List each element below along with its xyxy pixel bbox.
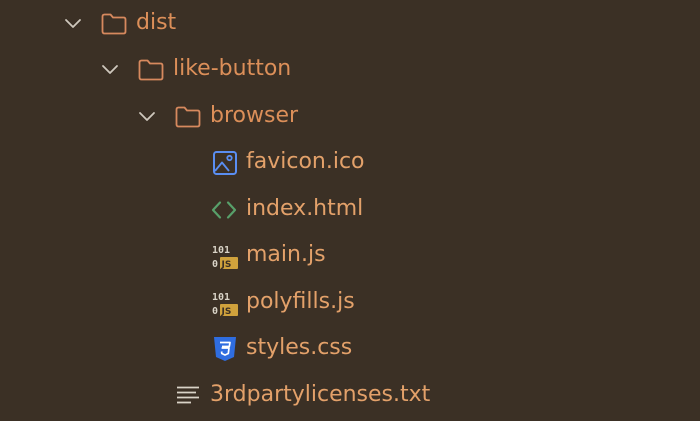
tree-row-file[interactable]: styles.css <box>0 325 700 371</box>
tree-row-like-button[interactable]: like-button <box>0 46 700 92</box>
chevron-down-icon[interactable] <box>64 15 82 33</box>
js-badge: JS <box>221 307 232 317</box>
tree-row-file[interactable]: 3rdpartylicenses.txt <box>0 372 700 418</box>
js-icon-bits-top: 101 <box>212 245 230 256</box>
file-label: index.html <box>246 196 364 221</box>
folder-icon <box>175 106 201 128</box>
tree-row-file[interactable]: 101 0 JS main.js <box>0 232 700 278</box>
tree-row-dist[interactable]: dist <box>0 0 700 46</box>
file-label: main.js <box>246 242 326 267</box>
js-file-icon: 101 0 JS <box>212 292 238 317</box>
folder-label-like-button: like-button <box>173 56 292 81</box>
css-file-icon <box>214 337 236 361</box>
tree-row-file[interactable]: favicon.ico <box>0 139 700 185</box>
file-label: favicon.ico <box>246 149 365 174</box>
file-label: styles.css <box>246 335 353 360</box>
js-icon-bits-top: 101 <box>212 292 230 303</box>
js-file-icon: 101 0 JS <box>212 245 238 270</box>
text-file-icon <box>177 386 199 404</box>
folder-label-dist: dist <box>136 10 177 35</box>
folder-icon <box>101 13 127 35</box>
file-label: 3rdpartylicenses.txt <box>210 382 431 407</box>
js-badge: JS <box>221 260 232 270</box>
chevron-down-icon[interactable] <box>101 61 119 79</box>
js-icon-bits-bottom: 0 <box>212 259 218 270</box>
folder-icon <box>138 59 164 81</box>
tree-row-browser[interactable]: browser <box>0 93 700 139</box>
file-label: polyfills.js <box>246 289 355 314</box>
image-file-icon <box>213 151 237 175</box>
project-file-tree: dist like-button browser favicon.ico ind… <box>0 0 700 421</box>
tree-row-file[interactable]: 101 0 JS polyfills.js <box>0 279 700 325</box>
html-file-icon <box>211 201 237 219</box>
chevron-down-icon[interactable] <box>138 108 156 126</box>
tree-row-file[interactable]: index.html <box>0 186 700 232</box>
js-icon-bits-bottom: 0 <box>212 306 218 317</box>
folder-label-browser: browser <box>210 103 299 128</box>
